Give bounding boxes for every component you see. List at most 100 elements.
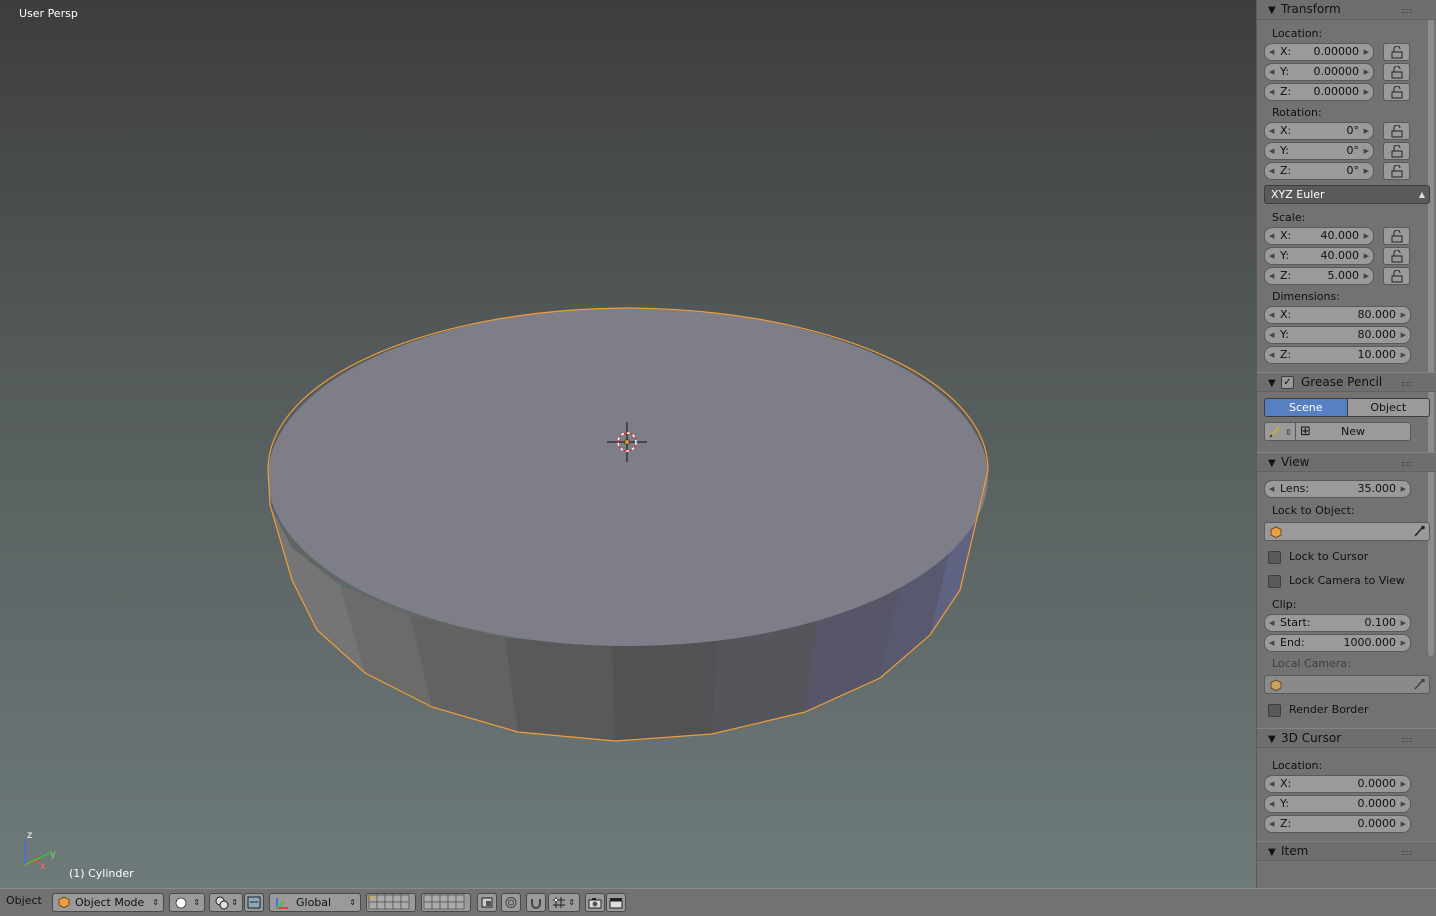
properties-side-panel[interactable]: ▼ Transform Location: ◀ X: 0.00000 ▶ ◀ Y: 0.0… [1256,0,1436,888]
collapse-triangle-icon: ▼ [1268,458,1276,469]
grease-pencil-panel-header[interactable]: ▼ ✓ Grease Pencil [1257,372,1436,392]
tab-object[interactable]: Object [1347,398,1430,417]
dimensions-x-field[interactable]: ◀ X: 80.000 ▶ [1264,306,1411,324]
lock-camera-to-view-checkbox[interactable]: Lock Camera to View [1257,569,1436,593]
location-x-field[interactable]: ◀ X: 0.00000 ▶ [1264,43,1374,61]
drag-grip-icon[interactable] [1402,462,1412,466]
collapse-triangle-icon: ▼ [1268,378,1276,389]
grease-pencil-title: Grease Pencil [1301,375,1383,389]
object-menu[interactable]: Object [6,894,42,907]
dimensions-z-row: ◀ Z: 10.000 ▶ [1264,346,1436,365]
item-panel-header[interactable]: ▼ Item [1257,841,1436,861]
grease-pencil-enable-checkbox[interactable]: ✓ [1281,376,1294,389]
lock-icon[interactable] [1383,43,1410,61]
lock-icon[interactable] [1383,267,1410,285]
viewport-shading-select[interactable]: ⇕ [169,893,205,912]
drag-grip-icon[interactable] [1402,738,1412,742]
drag-grip-icon[interactable] [1402,851,1412,855]
layer-buttons-group-1[interactable] [366,893,416,912]
manipulator-toggle[interactable] [244,893,264,912]
snap-increment-icon [553,897,565,908]
eyedropper-icon [1414,525,1425,537]
scale-z-field[interactable]: ◀ Z: 5.000 ▶ [1264,267,1374,285]
grease-pencil-panel-body: Scene Object ⇕ ⊞ New [1257,398,1436,452]
rotation-x-field[interactable]: ◀ X: 0° ▶ [1264,122,1374,140]
transform-orientation-select[interactable]: Global ⇕ [269,893,361,912]
proportional-edit-icon [505,897,517,908]
axis-z-label: z [27,830,32,841]
location-z-field[interactable]: ◀ Z: 0.00000 ▶ [1264,83,1374,101]
lock-icon[interactable] [1383,247,1410,265]
lock-icon[interactable] [1383,162,1410,180]
3d-viewport[interactable]: User Persp z x y (1) Cylinder [0,0,1256,888]
lens-field[interactable]: ◀ Lens: 35.000 ▶ [1264,480,1411,498]
lock-icon[interactable] [1383,227,1410,245]
pencil-icon[interactable]: ⇕ [1264,422,1296,441]
transform-panel-body: Location: ◀ X: 0.00000 ▶ ◀ Y: 0.00000 ▶ ◀ Z: 0.0… [1257,20,1436,372]
location-y-field[interactable]: ◀ Y: 0.00000 ▶ [1264,63,1374,81]
cube-icon [1270,679,1282,691]
collapse-triangle-icon: ▼ [1268,5,1276,16]
clip-label: Clip: [1272,598,1297,611]
cube-icon [58,896,70,908]
mode-select[interactable]: Object Mode ⇕ [52,893,164,912]
clip-end-field[interactable]: ◀ End: 1000.000 ▶ [1264,634,1411,652]
scale-x-field[interactable]: ◀ X: 40.000 ▶ [1264,227,1374,245]
rotation-y-field[interactable]: ◀ Y: 0° ▶ [1264,142,1374,160]
3d-cursor-panel-header[interactable]: ▼ 3D Cursor [1257,728,1436,748]
drag-grip-icon[interactable] [1402,382,1412,386]
location-z-row: ◀ Z: 0.00000 ▶ [1264,83,1436,102]
svg-text:⇕: ⇕ [1285,428,1292,437]
scale-y-row: ◀ Y: 40.000 ▶ [1264,247,1436,266]
lock-object-field[interactable] [1264,522,1430,541]
cursor-x-row: ◀ X: 0.0000 ▶ [1264,775,1436,794]
tab-scene[interactable]: Scene [1264,398,1348,417]
dimensions-y-field[interactable]: ◀ Y: 80.000 ▶ [1264,326,1411,344]
scene-canvas: z x y [24,307,989,872]
location-x-row: ◀ X: 0.00000 ▶ [1264,43,1436,62]
lock-icon[interactable] [1383,142,1410,160]
render-border-checkbox[interactable]: Render Border [1257,698,1436,722]
rotation-z-field[interactable]: ◀ Z: 0° ▶ [1264,162,1374,180]
view-panel-body: ◀ Lens: 35.000 ▶ Lock to Object: Lock to Cu… [1257,472,1436,728]
lock-icon[interactable] [1383,122,1410,140]
solid-sphere-icon [175,897,187,909]
scale-y-field[interactable]: ◀ Y: 40.000 ▶ [1264,247,1374,265]
pivot-point-select[interactable]: ⇕ [209,893,243,912]
lock-icon[interactable] [1383,63,1410,81]
snap-toggle-button[interactable] [526,893,546,912]
scale-x-row: ◀ X: 40.000 ▶ [1264,227,1436,246]
dimensions-label: Dimensions: [1272,290,1340,303]
updown-icon: ⇕ [152,898,159,907]
orientation-icon [276,898,288,909]
dimensions-z-field[interactable]: ◀ Z: 10.000 ▶ [1264,346,1411,364]
drag-grip-icon[interactable] [1402,9,1412,13]
cursor-z-field[interactable]: ◀ Z: 0.0000 ▶ [1264,815,1411,833]
3d-view-header: Object Object Mode ⇕ ⇕ ⇕ Global ⇕ ⇕ [0,888,1436,916]
clip-end-row: ◀ End: 1000.000 ▶ [1264,634,1436,653]
lock-layers-button[interactable] [477,893,497,912]
cursor-z-row: ◀ Z: 0.0000 ▶ [1264,815,1436,834]
transform-panel-header[interactable]: ▼ Transform [1257,0,1436,20]
render-opengl-image-button[interactable] [585,893,605,912]
snap-element-select[interactable]: ⇕ [548,893,580,912]
view-title: View [1281,455,1310,469]
view-panel-header[interactable]: ▼ View [1257,452,1436,472]
location-y-row: ◀ Y: 0.00000 ▶ [1264,63,1436,82]
render-opengl-animation-button[interactable] [606,893,626,912]
layer-buttons-group-2[interactable] [421,893,471,912]
cursor-x-field[interactable]: ◀ X: 0.0000 ▶ [1264,775,1411,793]
rotation-x-row: ◀ X: 0° ▶ [1264,122,1436,141]
proportional-edit-button[interactable] [501,893,521,912]
rotation-mode-select[interactable]: XYZ Euler ▲ [1264,185,1430,204]
manipulator-icon [247,896,261,909]
dimensions-y-row: ◀ Y: 80.000 ▶ [1264,326,1436,345]
new-grease-pencil-button[interactable]: ⊞ New [1296,422,1411,441]
eyedropper-icon [1414,678,1425,690]
cylinder-mesh[interactable] [267,307,989,742]
lock-to-cursor-checkbox[interactable]: Lock to Cursor [1257,545,1436,569]
clip-start-field[interactable]: ◀ Start: 0.100 ▶ [1264,614,1411,632]
cursor-y-field[interactable]: ◀ Y: 0.0000 ▶ [1264,795,1411,813]
lock-icon[interactable] [1383,83,1410,101]
item-title: Item [1281,844,1309,858]
